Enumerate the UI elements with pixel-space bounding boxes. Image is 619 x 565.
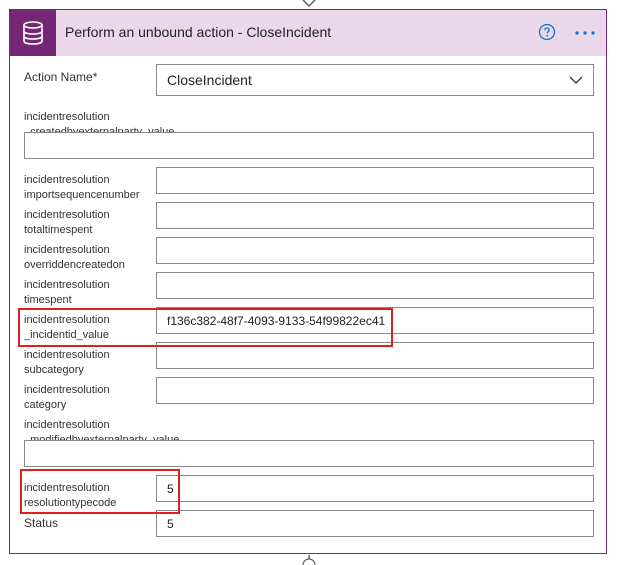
field-label-overriddencreatedon: incidentresolution overriddencreatedon xyxy=(24,244,125,271)
flow-connector-insert[interactable] xyxy=(300,555,318,565)
field-label-resolutiontypecode: incidentresolution resolutiontypecode xyxy=(24,482,117,509)
importsequencenumber-input[interactable] xyxy=(156,167,594,194)
more-options-icon[interactable] xyxy=(573,23,597,43)
action-card: Perform an unbound action - CloseInciden… xyxy=(9,9,607,554)
action-name-dropdown[interactable]: CloseIncident xyxy=(156,64,594,96)
card-title: Perform an unbound action - CloseInciden… xyxy=(65,24,332,40)
subcategory-input[interactable] xyxy=(156,342,594,369)
modifiedbyexternalparty-input[interactable] xyxy=(24,440,594,467)
field-label-modifiedbyexternalparty: incidentresolution _modifiedbyexternalpa… xyxy=(24,419,180,441)
category-input[interactable] xyxy=(156,377,594,404)
field-label-incidentid: incidentresolution _incidentid_value xyxy=(24,314,110,341)
status-input[interactable]: 5 xyxy=(156,510,594,537)
incidentid-input[interactable]: f136c382-48f7-4093-9133-54f99822ec41 xyxy=(156,307,594,334)
createdbyexternalparty-input[interactable] xyxy=(24,132,594,159)
field-label-category: incidentresolution category xyxy=(24,384,110,411)
chevron-down-icon xyxy=(569,76,583,84)
database-icon xyxy=(10,10,56,56)
overriddencreatedon-input[interactable] xyxy=(156,237,594,264)
field-label-totaltimespent: incidentresolution totaltimespent xyxy=(24,209,110,236)
resolutiontypecode-input[interactable]: 5 xyxy=(156,475,594,502)
totaltimespent-input[interactable] xyxy=(156,202,594,229)
card-header[interactable]: Perform an unbound action - CloseInciden… xyxy=(10,10,606,56)
action-name-value: CloseIncident xyxy=(167,72,252,88)
field-label-createdbyexternalparty: incidentresolution _createdbyexternalpar… xyxy=(24,111,175,133)
timespent-input[interactable] xyxy=(156,272,594,299)
action-name-label: Action Name* xyxy=(24,70,98,84)
flow-connector-arrow xyxy=(302,0,316,8)
field-label-status: Status xyxy=(24,516,59,530)
field-label-timespent: incidentresolution timespent xyxy=(24,279,110,306)
field-label-subcategory: incidentresolution subcategory xyxy=(24,349,110,376)
field-label-importsequencenumber: incidentresolution importsequencenumber xyxy=(24,174,140,201)
help-icon[interactable] xyxy=(538,23,556,41)
